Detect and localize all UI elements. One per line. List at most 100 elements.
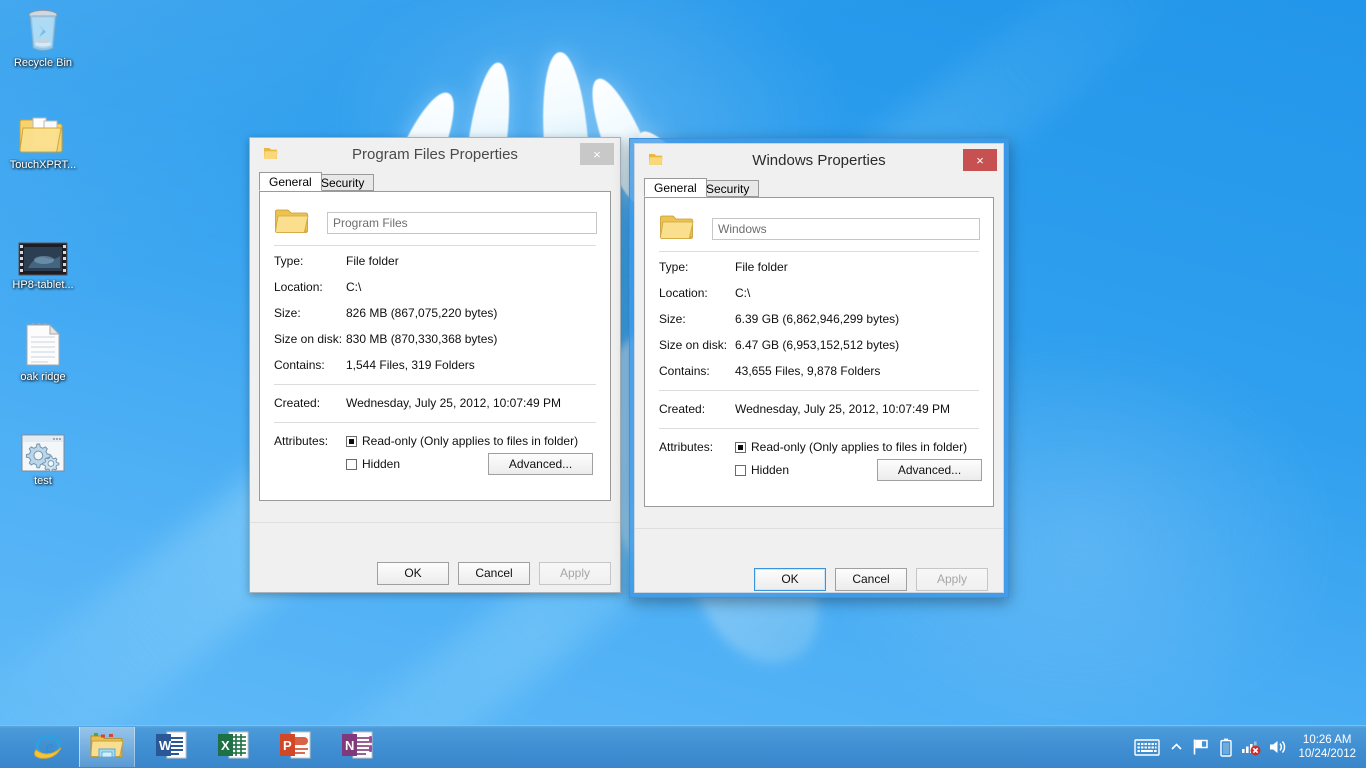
field-label: Size: [274,306,301,320]
cancel-button[interactable]: Cancel [458,562,530,585]
field-value: 6.39 GB (6,862,946,299 bytes) [735,312,900,326]
desktop-icon-recycle-bin[interactable]: Recycle Bin [4,6,82,70]
folder-name-row: Program Files [275,206,597,239]
desktop-icon-hp8-tablet[interactable]: HP8-tablet... [4,228,82,292]
attributes-label: Attributes: [274,434,329,448]
desktop-icon-label: TouchXPRT... [9,159,77,171]
volume-speaker-icon[interactable] [1264,726,1292,768]
field-label: Contains: [659,364,710,378]
battery-icon[interactable] [1214,726,1238,768]
field-label: Size on disk: [274,332,343,346]
footer-divider [250,522,620,523]
footer-divider [635,528,1003,529]
taskbar-button-onenote[interactable]: N [329,727,385,767]
taskbar-button-file-explorer[interactable] [79,727,135,767]
taskbar-button-powerpoint[interactable]: P [267,727,323,767]
field-row-type: Type: File folder [274,254,399,268]
ok-button[interactable]: OK [377,562,449,585]
hidden-checkbox[interactable] [735,464,746,476]
field-value: 830 MB (870,330,368 bytes) [346,332,498,346]
folder-name-field[interactable]: Windows [712,217,980,240]
hidden-checkbox[interactable] [346,458,357,470]
field-row-type: Type: File folder [659,260,788,274]
field-label: Location: [274,280,323,294]
tab-content-general: Windows Type: File folder Location: C:\ … [644,197,994,507]
divider [659,251,979,252]
hidden-checkbox-row[interactable]: Hidden [735,463,789,477]
close-button[interactable]: × [963,149,997,171]
folder-icon-large [275,206,309,239]
desktop-icon-test[interactable]: test [4,424,82,488]
readonly-checkbox-row[interactable]: Read-only (Only applies to files in fold… [346,434,578,448]
hidden-checkbox-row[interactable]: Hidden [346,457,400,471]
folder-icon-large [660,212,694,245]
field-value: 6.47 GB (6,953,152,512 bytes) [735,338,900,352]
tab-content-general: Program Files Type: File folder Location… [259,191,611,501]
show-desktop-button[interactable] [1360,726,1366,768]
field-row-created: Created: Wednesday, July 25, 2012, 10:07… [659,402,950,416]
ok-button[interactable]: OK [754,568,826,591]
desktop-icon-touchxprt[interactable]: TouchXPRT... [4,108,82,172]
field-label: Location: [659,286,708,300]
svg-text:N: N [345,738,354,753]
touch-keyboard-icon[interactable] [1130,726,1164,768]
advanced-button[interactable]: Advanced... [488,453,593,475]
tab-strip[interactable]: General Security [644,178,994,198]
field-row-location: Location: C:\ [274,280,361,294]
taskbar[interactable]: e W X P N 10:26 AM 10/24/2012 [0,725,1366,768]
divider [659,428,979,429]
field-label: Type: [274,254,304,268]
field-row-created: Created: Wednesday, July 25, 2012, 10:07… [274,396,561,410]
taskbar-clock[interactable]: 10:26 AM 10/24/2012 [1292,733,1366,761]
button-row: OK Cancel Apply [250,562,620,592]
word-icon: W [154,730,188,765]
svg-text:P: P [283,738,292,753]
desktop-icon-label: Recycle Bin [13,57,73,69]
field-row-location: Location: C:\ [659,286,750,300]
title-bar[interactable]: Windows Properties × [635,144,1003,178]
field-row-contains: Contains: 1,544 Files, 319 Folders [274,358,475,372]
field-row-size: Size: 6.39 GB (6,862,946,299 bytes) [659,312,899,326]
apply-button[interactable]: Apply [916,568,988,591]
action-center-flag-icon[interactable] [1188,726,1214,768]
tab-general[interactable]: General [259,172,322,191]
folder-icon [4,108,82,156]
network-error-icon[interactable] [1238,726,1264,768]
readonly-checkbox-row[interactable]: Read-only (Only applies to files in fold… [735,440,967,454]
clock-time: 10:26 AM [1302,734,1352,746]
tab-general[interactable]: General [644,178,707,197]
chevron-up-icon[interactable] [1164,726,1188,768]
program-files-properties-dialog[interactable]: Program Files Properties × General Secur… [249,137,621,593]
divider [274,422,596,423]
field-row-size-on-disk: Size on disk: 830 MB (870,330,368 bytes) [274,332,497,346]
field-label: Size on disk: [659,338,728,352]
internet-explorer-icon: e [32,730,64,765]
attributes-label: Attributes: [659,440,714,454]
title-bar[interactable]: Program Files Properties × [250,138,620,172]
hidden-label: Hidden [362,457,401,471]
cancel-button[interactable]: Cancel [835,568,907,591]
desktop-icon-oak-ridge[interactable]: oak ridge [4,320,82,384]
taskbar-button-internet-explorer[interactable]: e [20,727,76,767]
apply-button[interactable]: Apply [539,562,611,585]
field-value: File folder [346,254,399,268]
taskbar-button-excel[interactable]: X [205,727,261,767]
svg-text:W: W [159,738,172,753]
field-value: 826 MB (867,075,220 bytes) [346,306,498,320]
advanced-button[interactable]: Advanced... [877,459,982,481]
dialog-title: Windows Properties [752,152,886,169]
tab-strip[interactable]: General Security [259,172,611,192]
readonly-checkbox[interactable] [735,441,746,453]
field-label: Contains: [274,358,325,372]
readonly-checkbox[interactable] [346,435,357,447]
field-label: Created: [659,402,706,416]
folder-name-field[interactable]: Program Files [327,211,597,234]
windows-properties-dialog[interactable]: Windows Properties × General Security Wi… [629,138,1009,598]
field-value: File folder [735,260,788,274]
taskbar-button-word[interactable]: W [143,727,199,767]
close-button[interactable]: × [580,143,614,165]
readonly-label: Read-only (Only applies to files in fold… [362,434,579,448]
system-tray[interactable]: 10:26 AM 10/24/2012 [1130,726,1366,768]
field-value: Wednesday, July 25, 2012, 10:07:49 PM [735,402,951,416]
desktop-icon-label: test [34,475,52,487]
